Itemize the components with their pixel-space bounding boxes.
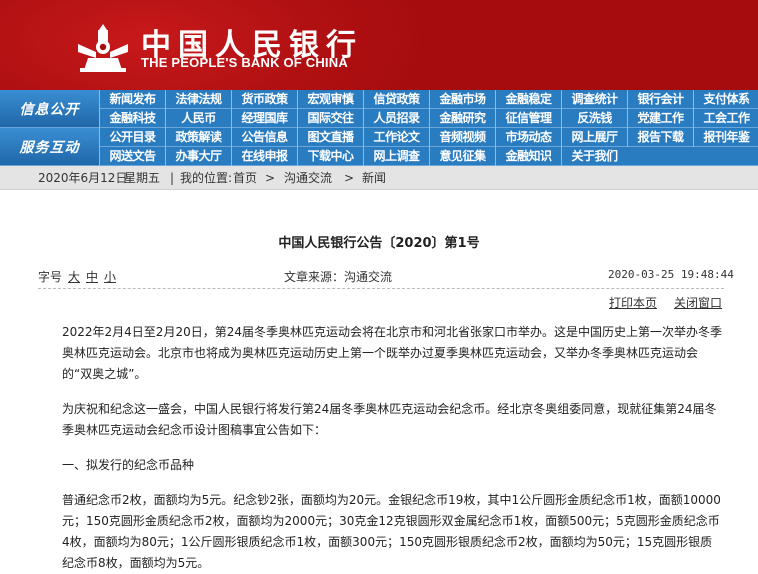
nav-item-2-8[interactable]: 反洗钱 [561,109,627,128]
current-weekday: 星期五 [124,171,161,185]
article-title: 中国人民银行公告〔2020〕第1号 [278,236,480,251]
nav-item-2-2[interactable]: 人民币 [165,109,231,128]
nav-item-3-5[interactable]: 工作论文 [363,128,429,147]
nav-item-1-5[interactable]: 信贷政策 [363,90,429,109]
nav-item-1-4[interactable]: 宏观审慎 [297,90,363,109]
font-size-label: 字号 [38,270,63,284]
bank-logo-icon[interactable] [74,22,132,74]
nav-item-4-1[interactable]: 网送文告 [99,147,165,166]
nav-item-2-4[interactable]: 国际交往 [297,109,363,128]
font-size-medium-button[interactable]: 中 [86,268,98,285]
breadcrumb-arrow-2: > [344,171,355,185]
article-datetime: 2020-03-25 19:48:44 [608,268,734,281]
nav-item-4-3[interactable]: 在线申报 [231,147,297,166]
font-size-small-button[interactable]: 小 [104,268,116,285]
breadcrumb-separator: | [170,171,175,185]
nav-item-2-6[interactable]: 金融研究 [429,109,495,128]
breadcrumb-home-link[interactable]: 首页 [233,166,257,190]
nav-item-3-8[interactable]: 网上展厅 [561,128,627,147]
breadcrumb-location-label: 我的位置: [180,171,233,185]
nav-item-4-5[interactable]: 网上调查 [363,147,429,166]
breadcrumb: 2020年6月12日 星期五 | 我的位置: 首页 > 沟通交流 > 新闻 [0,166,758,190]
nav-item-3-4[interactable]: 图文直播 [297,128,363,147]
nav-item-4-2[interactable]: 办事大厅 [165,147,231,166]
nav-item-1-6[interactable]: 金融市场 [429,90,495,109]
nav-item-4-7[interactable]: 金融知识 [495,147,561,166]
print-page-link[interactable]: 打印本页 [609,294,657,311]
nav-item-3-9[interactable]: 报告下载 [627,128,693,147]
nav-item-1-7[interactable]: 金融稳定 [495,90,561,109]
nav-item-4-4[interactable]: 下载中心 [297,147,363,166]
article-meta: 字号 大 中 小 文章来源：沟通交流 2020-03-25 19:48:44 [38,268,734,288]
nav-item-1-10[interactable]: 支付体系 [693,90,758,109]
nav-item-4-6[interactable]: 意见征集 [429,147,495,166]
breadcrumb-section-link[interactable]: 沟通交流 [284,166,332,190]
nav-item-4-8[interactable]: 关于我们 [561,147,627,166]
font-size-large-button[interactable]: 大 [68,268,80,285]
info-section-label[interactable]: 信息公开 [0,90,99,128]
nav-item-2-5[interactable]: 人员招录 [363,109,429,128]
info-section-label-text: 信息公开 [19,101,80,118]
nav-item-3-10[interactable]: 报刊年鉴 [693,128,758,147]
article-paragraph-3: 普通纪念币2枚，面额均为5元。纪念钞2张，面额均为20元。金银纪念币19枚，其中… [62,493,721,570]
nav-item-2-7[interactable]: 征信管理 [495,109,561,128]
nav-item-2-3[interactable]: 经理国库 [231,109,297,128]
article-paragraph-1: 2022年2月4日至2月20日，第24届冬季奥林匹克运动会将在北京市和河北省张家… [62,325,722,381]
nav-item-3-3[interactable]: 公告信息 [231,128,297,147]
breadcrumb-page-link[interactable]: 新闻 [362,166,386,190]
service-section-label-text: 服务互动 [19,139,80,156]
nav-item-3-1[interactable]: 公开目录 [99,128,165,147]
site-header: 中国人民银行 THE PEOPLE'S BANK OF CHINA [0,0,758,90]
service-section-label[interactable]: 服务互动 [0,128,99,166]
nav-item-2-10[interactable]: 工会工作 [693,109,758,128]
article-panel: 中国人民银行公告〔2020〕第1号 字号 大 中 小 文章来源：沟通交流 202… [0,190,758,574]
close-window-link[interactable]: 关闭窗口 [674,294,722,311]
nav-item-3-2[interactable]: 政策解读 [165,128,231,147]
nav-item-1-8[interactable]: 调查统计 [561,90,627,109]
article-source: 文章来源：沟通交流 [284,270,393,284]
nav-item-1-3[interactable]: 货币政策 [231,90,297,109]
article-body: 2022年2月4日至2月20日，第24届冬季奥林匹克运动会将在北京市和河北省张家… [38,322,724,574]
article-paragraph-2: 为庆祝和纪念这一盛会，中国人民银行将发行第24届冬季奥林匹克运动会纪念币。经北京… [62,402,717,437]
article-section-heading: 一、拟发行的纪念币品种 [62,458,195,472]
nav-item-2-9[interactable]: 党建工作 [627,109,693,128]
meta-divider [38,288,724,289]
nav-item-1-9[interactable]: 银行会计 [627,90,693,109]
current-date: 2020年6月12日 [38,171,128,185]
nav-item-3-6[interactable]: 音频视频 [429,128,495,147]
nav-item-1-2[interactable]: 法律法规 [165,90,231,109]
main-navigation: 信息公开 服务互动 新闻发布 法律法规 货币政策 宏观审慎 信贷政策 金融市场 金融稳定 调查… [0,90,758,166]
nav-item-3-7[interactable]: 市场动态 [495,128,561,147]
nav-item-2-1[interactable]: 金融科技 [99,109,165,128]
bank-name-en: THE PEOPLE'S BANK OF CHINA [141,55,348,70]
nav-item-1-1[interactable]: 新闻发布 [99,90,165,109]
breadcrumb-arrow-1: > [265,171,276,185]
